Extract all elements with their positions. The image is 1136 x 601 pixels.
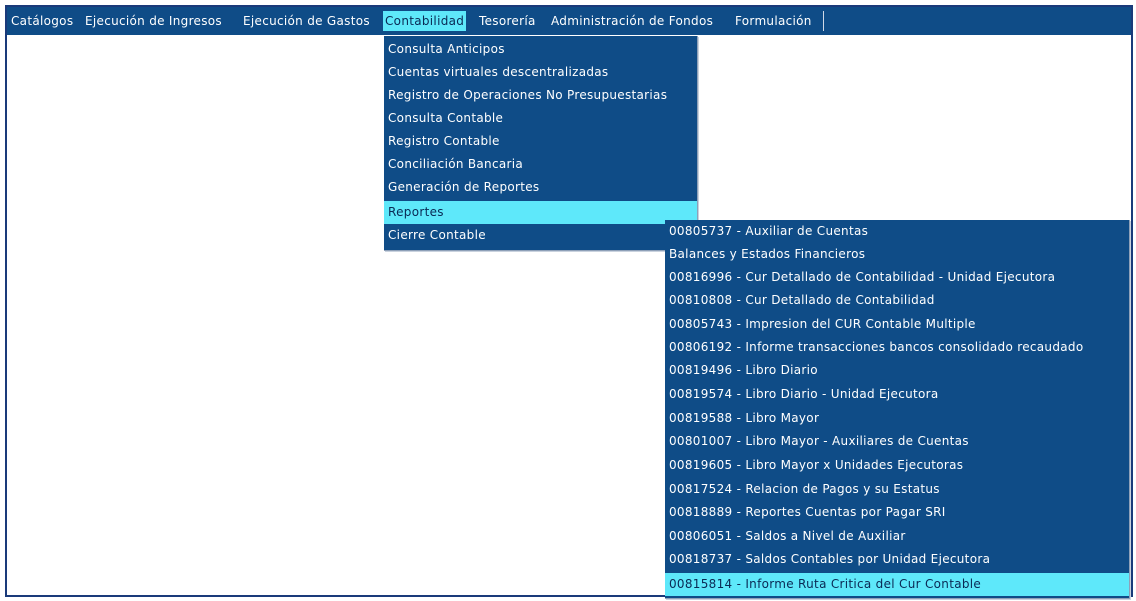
report-item[interactable]: 00819588 - Libro Mayor [665, 407, 1129, 430]
menu-administracion-fondos[interactable]: Administración de Fondos [549, 11, 715, 31]
menu-ejecucion-gastos[interactable]: Ejecución de Gastos [241, 11, 372, 31]
menu-tesoreria[interactable]: Tesorería [477, 11, 538, 31]
menu-item-cuentas-virtuales[interactable]: Cuentas virtuales descentralizadas [384, 61, 697, 84]
menu-formulacion[interactable]: Formulación [733, 11, 814, 31]
report-item[interactable]: 00805743 - Impresion del CUR Contable Mu… [665, 313, 1129, 336]
menu-bar: Catálogos Ejecución de Ingresos Ejecució… [7, 7, 1131, 35]
report-item[interactable]: 00819496 - Libro Diario [665, 359, 1129, 382]
menu-catalogos[interactable]: Catálogos [9, 11, 75, 31]
menu-ejecucion-ingresos[interactable]: Ejecución de Ingresos [83, 11, 224, 31]
report-item[interactable]: 00819605 - Libro Mayor x Unidades Ejecut… [665, 454, 1129, 477]
menu-bar-divider [823, 11, 824, 31]
menu-contabilidad[interactable]: Contabilidad [383, 11, 467, 31]
menu-item-cierre-contable[interactable]: Cierre Contable [384, 224, 697, 247]
reportes-submenu: 00805737 - Auxiliar de Cuentas Balances … [665, 220, 1130, 599]
report-item[interactable]: 00819574 - Libro Diario - Unidad Ejecuto… [665, 383, 1129, 406]
menu-item-registro-contable[interactable]: Registro Contable [384, 130, 697, 153]
report-item[interactable]: Balances y Estados Financieros [665, 243, 1129, 266]
report-item-ruta-critica[interactable]: 00815814 - Informe Ruta Critica del Cur … [665, 573, 1129, 596]
menu-item-reportes[interactable]: Reportes [384, 201, 697, 224]
menu-item-conciliacion-bancaria[interactable]: Conciliación Bancaria [384, 153, 697, 176]
contabilidad-dropdown: Consulta Anticipos Cuentas virtuales des… [384, 36, 698, 251]
report-item[interactable]: 00810808 - Cur Detallado de Contabilidad [665, 289, 1129, 312]
report-item[interactable]: 00817524 - Relacion de Pagos y su Estatu… [665, 478, 1129, 501]
report-item[interactable]: 00806192 - Informe transacciones bancos … [665, 336, 1129, 359]
menu-item-generacion-reportes[interactable]: Generación de Reportes [384, 176, 697, 199]
report-item[interactable]: 00818737 - Saldos Contables por Unidad E… [665, 548, 1129, 571]
menu-item-consulta-contable[interactable]: Consulta Contable [384, 107, 697, 130]
report-item[interactable]: 00818889 - Reportes Cuentas por Pagar SR… [665, 501, 1129, 524]
report-item[interactable]: 00805737 - Auxiliar de Cuentas [665, 220, 1129, 243]
menu-item-consulta-anticipos[interactable]: Consulta Anticipos [384, 38, 697, 61]
menu-item-registro-operaciones[interactable]: Registro de Operaciones No Presupuestari… [384, 84, 697, 107]
report-item[interactable]: 00801007 - Libro Mayor - Auxiliares de C… [665, 430, 1129, 453]
report-item[interactable]: 00816996 - Cur Detallado de Contabilidad… [665, 266, 1129, 289]
report-item[interactable]: 00806051 - Saldos a Nivel de Auxiliar [665, 525, 1129, 548]
